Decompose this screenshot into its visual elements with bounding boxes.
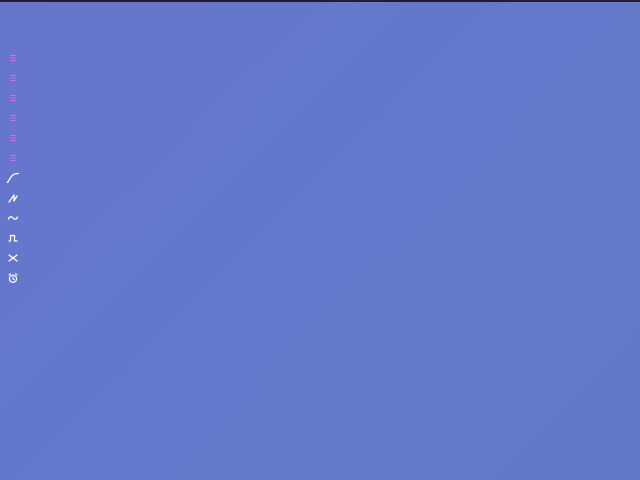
window-top-border: [0, 0, 640, 2]
menu-lines-icon: [10, 155, 16, 161]
alarm-clock-icon: [8, 273, 18, 284]
toolbar-item-ramp[interactable]: [4, 170, 22, 186]
random-cross-icon: [8, 254, 18, 262]
toolbar-item-4[interactable]: [4, 110, 22, 126]
ramp-curve-icon: [6, 172, 20, 184]
menu-lines-icon: [10, 135, 16, 141]
toolbar-item-6[interactable]: [4, 150, 22, 166]
toolbar-item-5[interactable]: [4, 130, 22, 146]
toolbar-item-1[interactable]: [4, 50, 22, 66]
menu-lines-icon: [10, 95, 16, 101]
menu-lines-icon: [10, 75, 16, 81]
sine-wave-icon: [7, 216, 19, 220]
toolbar-item-sine[interactable]: [4, 210, 22, 226]
toolbar-item-3[interactable]: [4, 90, 22, 106]
menu-lines-icon: [10, 115, 16, 121]
toolbar-item-random[interactable]: [4, 250, 22, 266]
toolbar-item-timer[interactable]: [4, 270, 22, 286]
square-pulse-icon: [8, 234, 18, 242]
toolbar-item-sawtooth[interactable]: [4, 190, 22, 206]
toolbar-item-square[interactable]: [4, 230, 22, 246]
toolbar-item-2[interactable]: [4, 70, 22, 86]
menu-lines-icon: [10, 55, 16, 61]
sawtooth-icon: [8, 194, 18, 203]
